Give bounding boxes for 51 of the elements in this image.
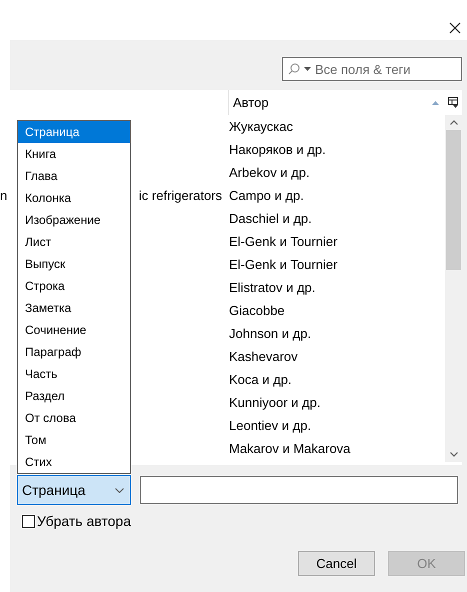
chevron-down-icon [115,488,124,492]
table-cell: Makarov и Makarova [228,441,350,456]
table-cell: Campo и др. [228,188,304,203]
locator-dropdown[interactable]: Страница [17,475,131,505]
dialog-button[interactable]: Cancel [298,551,375,576]
table-cell: n [0,188,8,203]
column-chooser-icon[interactable] [448,97,459,108]
dropdown-option[interactable]: От слова [18,407,130,429]
search-field[interactable]: Все поля & теги [282,57,462,81]
dropdown-option[interactable]: Лист [18,231,130,253]
dropdown-option[interactable]: Сочинение [18,319,130,341]
checkbox[interactable] [22,514,35,528]
table-cell: El-Genk и Tournier [228,234,338,249]
dropdown-option[interactable]: Том [18,429,130,451]
column-label: Автор [233,95,269,110]
dropdown-option[interactable]: Изображение [18,209,130,231]
column-header[interactable]: Автор [228,90,445,115]
table-cell: Leontiev и др. [228,418,312,433]
table-cell: Жукаускас [228,119,293,134]
table-cell: Johnson и др. [228,326,312,341]
dropdown-option[interactable]: Строка [18,275,130,297]
table-cell: Накоряков и др. [228,142,326,157]
table-cell: ic refrigerators [138,188,222,203]
table-cell: Elistratov и др. [228,280,316,295]
scroll-up-icon[interactable] [450,120,458,125]
dropdown-option[interactable]: Стих [18,451,130,473]
dropdown-option[interactable]: Выпуск [18,253,130,275]
caret-icon [304,67,311,71]
table-cell: Arbekov и др. [228,165,310,180]
dropdown-option[interactable]: Страница [18,121,130,143]
checkbox-label: Убрать автора [37,513,131,529]
table-cell: El-Genk и Tournier [228,257,338,272]
table-cell: Giacobbe [228,303,285,318]
dropdown-option[interactable]: Глава [18,165,130,187]
dropdown-option[interactable]: Книга [18,143,130,165]
table-cell: Kashevarov [228,349,298,364]
dropdown-option[interactable]: Раздел [18,385,130,407]
dropdown-option[interactable]: Часть [18,363,130,385]
dropdown-option[interactable]: Заметка [18,297,130,319]
table-cell: Kunniyoor и др. [228,395,320,410]
table-cell: Koca и др. [228,372,292,387]
search-icon [288,63,300,75]
scroll-down-icon[interactable] [450,452,458,457]
scrollbar[interactable] [445,115,462,462]
scrollbar-thumb[interactable] [446,130,461,270]
close-button[interactable] [447,20,463,36]
dropdown-option[interactable]: Параграф [18,341,130,363]
table-cell: Daschiel и др. [228,211,312,226]
dropdown-option[interactable]: Колонка [18,187,130,209]
search-input[interactable]: Все поля & теги [315,62,445,76]
locator-input[interactable] [140,476,458,504]
